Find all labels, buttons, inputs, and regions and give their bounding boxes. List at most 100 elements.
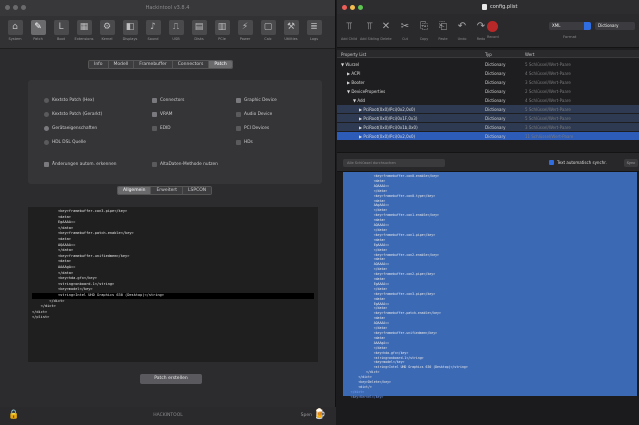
plist-type[interactable]: Dictionary [485,116,506,121]
create-patch-button[interactable]: Patch erstellen [140,374,202,384]
plist-value[interactable]: 11 Schlüssel/Wert-Paare [525,134,573,139]
radio-button[interactable] [44,126,49,131]
subtab-allgemein[interactable]: Allgemein [118,187,152,194]
toolbar-undo-button[interactable]: ↶ Undo [455,20,469,41]
plist-value[interactable]: 5 Schlüssel/Wert-Paare [525,116,571,121]
toolbar-logs-button[interactable]: ≣ Logs [303,20,325,48]
option-kextsto-patch-hex[interactable]: Kextsto Patch (Hex) [44,98,94,103]
tab-info[interactable]: Info [89,61,109,68]
close-window-button[interactable] [342,5,347,10]
toolbar-extensions-button[interactable]: ▦ Extensions [73,20,95,48]
plist-type[interactable]: Dictionary [485,89,506,94]
option-graphic-device[interactable]: Graphic Device [236,98,277,103]
plist-value[interactable]: 3 Schlüssel/Wert-Paare [525,125,571,130]
option-connectors[interactable]: Connectors [152,98,184,103]
toolbar-pcie-button[interactable]: ▥ PCIe [211,20,233,48]
toolbar-add-child-button[interactable]: ⫪ Add Child [341,20,357,41]
radio-button[interactable] [44,98,49,103]
option-altadaten-methode-nutzen[interactable]: AltaDaten-Methode nutzen [152,162,218,167]
plist-row[interactable]: ▶ PciRoot(0x0)/Pci(0x2,0x0) Dictionary 5 S… [337,105,639,113]
toolbar-power-button[interactable]: ⚡ Power [234,20,256,48]
plist-type[interactable]: Dictionary [485,107,506,112]
type-select[interactable]: Dictionary [595,22,635,30]
plist-row[interactable]: ▶ PciRoot(0x0)/Pci(0x1b,0x0) Dictionary 3 … [337,123,639,131]
option-hds[interactable]: HDs [236,140,253,145]
key-search-input[interactable]: Alle Schlüssel durchsuchen [343,159,445,167]
option-nderungen-autom-erkennen[interactable]: Änderungen autom. erkennen [44,162,117,167]
checkbox[interactable] [236,112,241,117]
toolbar-paste-button[interactable]: ⎗ Paste [436,20,450,41]
plist-value[interactable]: 2 Schlüssel/Wert-Paare [525,89,571,94]
plist-row[interactable]: ▶ ACPI Dictionary 4 Schlüssel/Wert-Paare [337,69,639,77]
beer-icon[interactable]: 🍺 [314,409,326,420]
plist-value[interactable]: 5 Schlüssel/Wert-Paare [525,62,571,67]
plist-value[interactable]: 3 Schlüssel/Wert-Paare [525,80,571,85]
toolbar-copy-button[interactable]: ⎘ Copy [417,20,431,41]
toolbar-redo-button[interactable]: ↷ Redo [474,20,488,41]
toolbar-displays-button[interactable]: ◧ Displays [119,20,141,48]
toolbar-calc-button[interactable]: ▢ Calc [257,20,279,48]
sync-button[interactable]: Sync [624,159,638,167]
radio-button[interactable] [44,112,49,117]
plist-type[interactable]: Dictionary [485,98,506,103]
subtab-erweitert[interactable]: Erweitert [151,187,184,194]
checkbox[interactable] [152,112,157,117]
toolbar-record-button[interactable]: Record [487,20,499,39]
option-vram[interactable]: VRAM [152,112,172,117]
plist-type[interactable]: Dictionary [485,71,506,76]
plist-type[interactable]: Dictionary [485,125,506,130]
tab-framebuffer[interactable]: Framebuffer [134,61,173,68]
toolbar-kernel-button[interactable]: ⚙ Kernel [96,20,118,48]
plist-type[interactable]: Dictionary [485,134,506,139]
donate-label[interactable]: Spen [301,413,312,418]
format-select[interactable]: XML [549,22,591,30]
plist-value[interactable]: 5 Schlüssel/Wert-Paare [525,107,571,112]
option-pci-devices[interactable]: PCI Devices [236,126,269,131]
tab-modell[interactable]: Modell [108,61,135,68]
auto-sync-toggle[interactable]: Text automatisch synchr. [549,160,607,165]
plist-row[interactable]: ▼ Add Dictionary 4 Schlüssel/Wert-Paare [337,96,639,104]
auto-sync-checkbox[interactable] [549,160,554,165]
checkbox[interactable] [44,162,49,167]
option-hdl-dsl-quelle[interactable]: HDL DSL Quelle [44,140,86,145]
plist-row[interactable]: ▶ PciRoot(0x0)/Pci(0x2,0x0) Dictionary 11 … [337,132,639,140]
checkbox[interactable] [236,98,241,103]
subtab-lspcon[interactable]: LSPCON [183,187,212,194]
option-ger-taeigenschaften[interactable]: Gerätaeigenschaften [44,126,97,131]
plist-row[interactable]: ▼ Wurzel Dictionary 5 Schlüssel/Wert-Paare [337,60,639,68]
toolbar-boot-button[interactable]: L Boot [50,20,72,48]
plist-row[interactable]: ▼ DeviceProperties Dictionary 2 Schlüssel/… [337,87,639,95]
toolbar-utilities-button[interactable]: ⚒ Utilities [280,20,302,48]
toolbar-add-sibling-button[interactable]: ⫪ Add Sibling [360,20,379,41]
toolbar-patch-button[interactable]: ✎ Patch [27,20,49,48]
tab-patch[interactable]: Patch [209,61,232,68]
radio-button[interactable] [44,140,49,145]
plist-row[interactable]: ▶ PciRoot(0x0)/Pci(0x1F,0x3) Dictionary 5 … [337,114,639,122]
minimize-window-button[interactable] [350,5,355,10]
zoom-window-button[interactable] [358,5,363,10]
checkbox[interactable] [236,140,241,145]
toolbar-disks-button[interactable]: ▤ Disks [188,20,210,48]
plist-type[interactable]: Dictionary [485,62,506,67]
plist-value[interactable]: 4 Schlüssel/Wert-Paare [525,98,571,103]
checkbox[interactable] [152,98,157,103]
plist-value[interactable]: 4 Schlüssel/Wert-Paare [525,71,571,76]
toolbar-sound-button[interactable]: ♪ Sound [142,20,164,48]
plist-type[interactable]: Dictionary [485,80,506,85]
xml-text-view[interactable]: <key>framebuffer-con0-enable</key> <data… [337,172,639,425]
tab-connectors[interactable]: Connectors [172,61,210,68]
plist-row[interactable]: ▶ Booter Dictionary 3 Schlüssel/Wert-Paare [337,78,639,86]
patch-code-editor[interactable]: <key>framebuffer-con3-pipe</key> <data> … [28,207,318,362]
checkbox[interactable] [152,162,157,167]
toolbar-cut-button[interactable]: ✂ Cut [398,20,412,41]
option-audio-device[interactable]: Audio Device [236,112,272,117]
column-property-list[interactable]: Property List [341,52,366,57]
checkbox[interactable] [236,126,241,131]
toolbar-delete-button[interactable]: ✕ Delete [379,20,393,41]
option-kextsto-patch-gerarkt[interactable]: Kextsto Patch (Gerarkt) [44,112,102,117]
toolbar-usb-button[interactable]: ⎍ USB [165,20,187,48]
column-type[interactable]: Typ [485,52,492,57]
column-value[interactable]: Wert [525,52,534,57]
checkbox[interactable] [152,126,157,131]
toolbar-system-button[interactable]: ⌂ System [4,20,26,48]
